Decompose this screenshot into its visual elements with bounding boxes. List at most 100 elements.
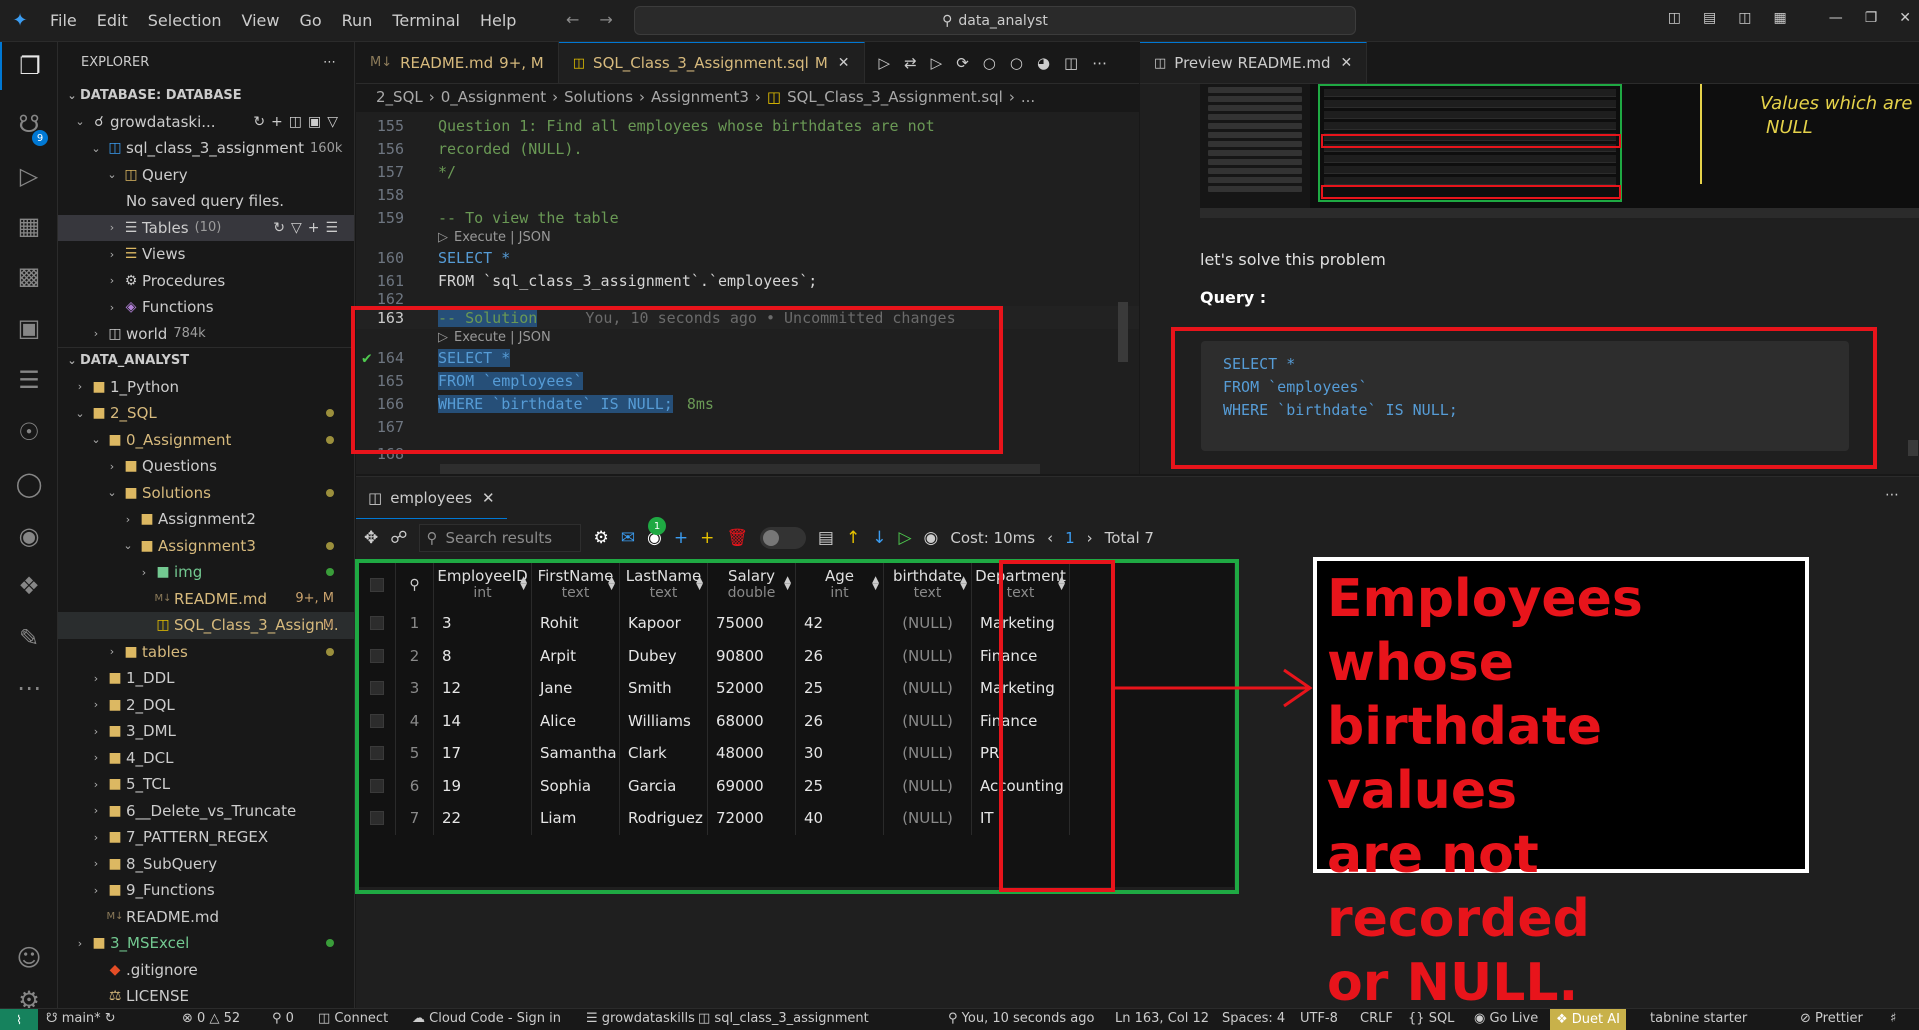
data-analyst-section-header[interactable]: ⌄ DATA_ANALYST xyxy=(58,347,354,374)
run-icon[interactable]: ▷ xyxy=(898,528,911,548)
minimize-icon[interactable]: — xyxy=(1829,10,1843,26)
tree-item[interactable]: › ■ 3_DML xyxy=(58,718,354,745)
tree-item[interactable]: › ■ 4_DCL xyxy=(58,745,354,772)
prettier-item[interactable]: ⊘ Prettier xyxy=(1800,1011,1863,1026)
command-center-search[interactable]: ⚲ data_analyst xyxy=(634,6,1356,35)
git-graph-icon[interactable]: ☉ xyxy=(0,408,58,456)
lock-icon[interactable]: ☍ xyxy=(390,528,407,548)
run-icon[interactable]: ▷ xyxy=(879,54,891,72)
back-arrow-icon[interactable]: ← xyxy=(566,10,599,29)
move-icon[interactable]: ✥ xyxy=(364,528,378,548)
run-query-icon[interactable]: ▷ xyxy=(931,54,943,72)
functions-row[interactable]: › ◈ Functions xyxy=(58,294,354,321)
more-actions-icon[interactable]: ⋯ xyxy=(1092,54,1107,72)
tabnine-item[interactable]: tabnine starter xyxy=(1650,1011,1747,1026)
extensions-icon[interactable]: ▦ xyxy=(0,202,58,250)
close-icon[interactable]: ✕ xyxy=(1341,55,1353,71)
menu-terminal[interactable]: Terminal xyxy=(382,11,470,30)
remote-explorer-icon[interactable]: ▣ xyxy=(0,304,58,352)
close-icon[interactable]: ✕ xyxy=(482,489,495,507)
database-item[interactable]: ◫ sql_class_3_assignment xyxy=(698,1011,869,1026)
tree-item[interactable]: ⌄ ■ Solutions xyxy=(58,480,354,507)
explorer-icon[interactable]: ❐ xyxy=(0,42,58,90)
tables-row[interactable]: › ☰ Tables (10) ↻▽+☰ xyxy=(58,214,354,241)
notifications-icon[interactable]: ♯ xyxy=(1890,1011,1896,1026)
menu-selection[interactable]: Selection xyxy=(138,11,232,30)
search-history-icon[interactable]: ◯ xyxy=(0,460,58,508)
database-icon[interactable]: ☰ xyxy=(0,356,58,404)
tree-item[interactable]: › ■ 9_Functions xyxy=(58,877,354,904)
go-live-item[interactable]: ◉ Go Live xyxy=(1474,1011,1538,1026)
connect-item[interactable]: ◫ Connect xyxy=(318,1011,388,1026)
menu-edit[interactable]: Edit xyxy=(87,11,138,30)
tree-item[interactable]: › ■ tables xyxy=(58,639,354,666)
timeline-icon[interactable]: ◕ xyxy=(1037,54,1050,72)
procedures-row[interactable]: › ⚙ Procedures xyxy=(58,268,354,295)
cursor-position[interactable]: Ln 163, Col 12 xyxy=(1115,1011,1209,1026)
customize-layout-icon[interactable]: ▦ xyxy=(1773,10,1786,26)
toggle-sidebar-icon[interactable]: ◫ xyxy=(1668,10,1681,26)
gear-icon[interactable]: ⚙ xyxy=(593,528,608,548)
branch-item[interactable]: ☋ main* ↻ xyxy=(46,1011,116,1026)
duet-ai-icon[interactable]: ❖ xyxy=(0,562,58,610)
chevron-left-icon[interactable]: ‹ xyxy=(1047,529,1053,547)
tree-item[interactable]: M↓ README.md xyxy=(58,904,354,931)
edit-toggle[interactable] xyxy=(759,527,806,549)
tree-item[interactable]: › ■ 2_DQL xyxy=(58,692,354,719)
notes-icon[interactable]: ✎ xyxy=(0,614,58,662)
more-actions-icon[interactable]: ⋯ xyxy=(323,55,336,70)
line-ending[interactable]: CRLF xyxy=(1360,1011,1393,1026)
world-row[interactable]: › ◫ world 784k xyxy=(58,321,354,348)
more-icon[interactable]: ⋯ xyxy=(0,664,58,712)
chevron-right-icon[interactable]: › xyxy=(1087,529,1093,547)
blame-item[interactable]: ⚲ You, 10 seconds ago xyxy=(948,1011,1094,1026)
close-icon[interactable]: ✕ xyxy=(838,55,850,71)
database-row[interactable]: ⌄ ◫ sql_class_3_assignment 160k xyxy=(58,135,354,162)
database-section-header[interactable]: ⌄ DATABASE: DATABASE xyxy=(58,82,354,109)
query-row[interactable]: ⌄ ◫ Query xyxy=(58,162,354,189)
menu-run[interactable]: Run xyxy=(332,11,383,30)
prev-change-icon[interactable]: ○ xyxy=(983,54,996,72)
run-debug-icon[interactable]: ▷ xyxy=(0,152,58,200)
duet-ai-item[interactable]: ❖ Duet AI xyxy=(1550,1009,1627,1030)
delete-icon[interactable]: 🗑 xyxy=(726,528,748,548)
compare-icon[interactable]: ⇄ xyxy=(904,54,917,72)
tree-item[interactable]: › ■ 5_TCL xyxy=(58,771,354,798)
tree-item[interactable]: ⚖ LICENSE xyxy=(58,983,354,1008)
tree-item[interactable]: ⌄ ■ Assignment3 xyxy=(58,533,354,560)
tab-preview-readme[interactable]: ◫ Preview README.md ✕ xyxy=(1140,42,1368,83)
codelens[interactable]: ▷ Execute | JSON xyxy=(438,228,551,246)
menu-help[interactable]: Help xyxy=(470,11,526,30)
language-mode[interactable]: {} SQL xyxy=(1408,1011,1454,1026)
breadcrumb-item[interactable]: Assignment3 xyxy=(651,88,749,106)
connection-item[interactable]: ☰ growdataskills xyxy=(586,1011,695,1026)
horizontal-scrollbar[interactable] xyxy=(440,464,1040,474)
tree-item[interactable]: › ■ Assignment2 xyxy=(58,506,354,533)
indentation[interactable]: Spaces: 4 xyxy=(1222,1011,1285,1026)
menu-go[interactable]: Go xyxy=(289,11,331,30)
tab-employees[interactable]: ◫ employees ✕ xyxy=(356,477,507,519)
account-icon[interactable]: ☺ xyxy=(0,934,58,982)
toggle-secondary-sidebar-icon[interactable]: ◫ xyxy=(1738,10,1751,26)
tree-item[interactable]: › ■ 6__Delete_vs_Truncate xyxy=(58,798,354,825)
breadcrumb-item[interactable]: Solutions xyxy=(564,88,633,106)
breadcrumb-item[interactable]: ... xyxy=(1021,88,1035,106)
comment-icon[interactable]: ▤ xyxy=(818,528,834,548)
tree-item[interactable]: ◆ .gitignore xyxy=(58,957,354,984)
insert-icon[interactable]: + xyxy=(700,528,714,548)
add-row-icon[interactable]: + xyxy=(674,528,688,548)
tree-item[interactable]: › ■ 7_PATTERN_REGEX xyxy=(58,824,354,851)
toggle-panel-icon[interactable]: ▤ xyxy=(1703,10,1716,26)
tree-item[interactable]: ◫ SQL_Class_3_Assign... M xyxy=(58,612,354,639)
page-number[interactable]: 1 xyxy=(1065,529,1075,547)
connection-tools[interactable]: ↻+◫▣▽ xyxy=(253,114,344,130)
github-icon[interactable]: ◉ xyxy=(0,512,58,560)
tree-item[interactable]: › ■ 8_SubQuery xyxy=(58,851,354,878)
breadcrumb-item[interactable]: 2_SQL xyxy=(376,88,423,106)
mail-icon[interactable]: ✉ xyxy=(621,528,635,548)
tree-item[interactable]: M↓ README.md 9+, M xyxy=(58,586,354,613)
connection-row[interactable]: ⌄ ☌ growdataski... ↻+◫▣▽ xyxy=(58,109,354,136)
arrow-up-icon[interactable]: ↑ xyxy=(846,528,860,548)
tree-item[interactable]: › ■ Questions xyxy=(58,453,354,480)
encoding[interactable]: UTF-8 xyxy=(1300,1011,1338,1026)
